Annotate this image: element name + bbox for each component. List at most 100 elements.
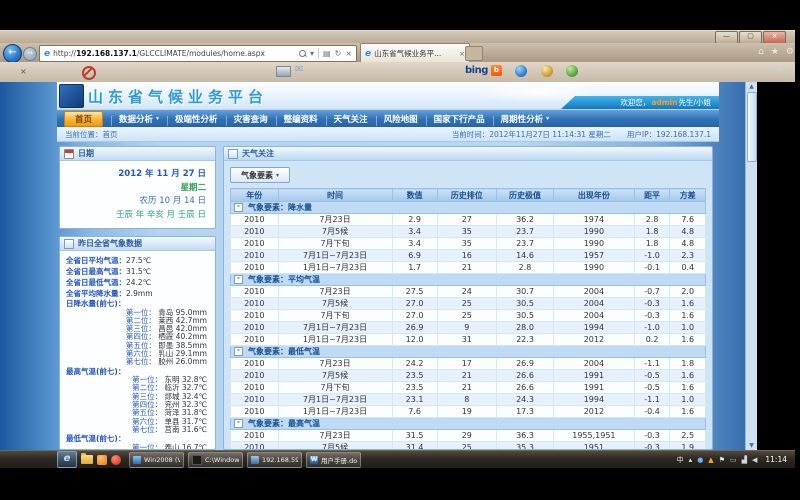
site-logo [59, 84, 84, 108]
table-cell: 21 [437, 370, 496, 382]
nav-item-4[interactable]: 整编资料 [276, 113, 326, 125]
stat-value: 31.5℃ [126, 267, 151, 276]
messenger-icon[interactable] [515, 65, 527, 77]
table-cell: 25 [437, 442, 496, 450]
sidebar: 日期 2012 年 11 月 27 日 星期二 农历 10 月 14 日 壬辰 … [59, 146, 216, 450]
table-cell: 21 [437, 262, 496, 274]
settings-gear-icon[interactable]: ⚙ [786, 47, 794, 57]
nav-item-3[interactable]: 灾害查询 [226, 113, 276, 125]
column-header[interactable]: 距平 [634, 189, 670, 202]
stop-icon[interactable]: × [345, 49, 352, 58]
collapse-icon[interactable]: - [234, 419, 243, 428]
nav-item-6[interactable]: 风险地图 [376, 113, 426, 125]
community-addon-icon[interactable] [566, 65, 578, 77]
page-icon[interactable]: ▤ [323, 49, 331, 58]
autocomplete-dropdown-icon[interactable]: ▾ [310, 49, 314, 58]
table-cell: -0.1 [634, 262, 670, 274]
column-header[interactable]: 数值 [392, 189, 437, 202]
internet-explorer-icon[interactable]: e [57, 451, 77, 468]
commandbar-close-icon[interactable]: × [20, 67, 27, 76]
volume-icon[interactable]: ◀ [752, 456, 757, 464]
stat-value: 27.5℃ [126, 256, 151, 265]
network-icon[interactable]: ▟ [742, 456, 747, 464]
url-text[interactable]: http://192.168.137.1/GLCCLIMATE/modules/… [53, 49, 295, 58]
element-group-row[interactable]: -气象要素：平均气温 [231, 274, 706, 286]
search-icon[interactable] [299, 50, 306, 57]
table-cell: 1991 [554, 370, 635, 382]
taskbar-button-1[interactable]: C:\Windows\s... [188, 452, 243, 468]
browser-tab[interactable]: e 山东省气候业务平... × [360, 43, 470, 63]
element-group-row[interactable]: -气象要素：最低气温 [231, 346, 706, 358]
browser-titlebar[interactable] [0, 30, 795, 44]
app-orange-icon[interactable] [97, 455, 107, 465]
taskbar-clock[interactable]: 11:14 [765, 455, 787, 464]
collapse-icon[interactable]: - [234, 275, 243, 284]
address-bar[interactable]: e http://192.168.137.1/GLCCLIMATE/module… [39, 45, 357, 62]
page-title: 山东省气候业务平台 [88, 86, 268, 107]
table-cell: 1990 [554, 262, 635, 274]
globe-icon[interactable]: ● [697, 456, 703, 464]
table-cell: 2010 [231, 322, 279, 334]
column-header[interactable]: 方差 [670, 189, 706, 202]
home-icon[interactable]: ⌂ [758, 47, 764, 57]
nav-item-5[interactable]: 天气关注 [326, 113, 376, 125]
table-cell: 1957 [554, 250, 635, 262]
element-selector-button[interactable]: 气象要素 ▾ [230, 167, 290, 183]
table-cell: 2010 [231, 286, 279, 298]
table-cell: 7.6 [670, 214, 706, 226]
new-tab-button[interactable] [465, 46, 483, 61]
mail-icon[interactable]: ✉ [295, 64, 303, 75]
taskbar-button-0[interactable]: Win2008 (V52... [129, 452, 184, 468]
table-cell: 27.0 [392, 310, 437, 322]
table-cell: 7月5候 [278, 442, 392, 450]
taskbar-button-2[interactable]: 192.168.59.99... [247, 452, 302, 468]
table-row: 20107月5候31.42535.31951-0.31.9 [231, 442, 706, 450]
folder-icon[interactable] [81, 455, 93, 464]
print-icon[interactable] [276, 66, 291, 77]
back-button[interactable]: ← [3, 44, 22, 63]
flag-icon[interactable]: ⚑ [719, 456, 725, 464]
vertical-scrollbar[interactable]: ▲ ▼ [745, 82, 757, 450]
table-cell: 2012 [554, 334, 635, 346]
sparkle-addon-icon[interactable] [541, 65, 553, 77]
nav-item-1[interactable]: 数据分析▾ [111, 113, 167, 125]
more-options-dots[interactable]: ••• [772, 67, 790, 75]
table-cell: 28.0 [497, 322, 554, 334]
scroll-up-arrow-icon[interactable]: ▲ [746, 83, 757, 90]
table-cell: 2010 [231, 262, 279, 274]
display-icon[interactable]: ▭ [730, 456, 737, 464]
favorites-star-icon[interactable]: ★ [771, 47, 779, 57]
column-header[interactable]: 历史极值 [497, 189, 554, 202]
forward-button[interactable]: → [23, 47, 37, 61]
scroll-down-arrow-icon[interactable]: ▼ [746, 442, 757, 449]
table-row: 20107月1日~7月23日26.9928.01994-1.01.0 [231, 322, 706, 334]
compatibility-view-icon[interactable] [82, 66, 96, 80]
element-group-row[interactable]: -气象要素：最高气温 [231, 418, 706, 430]
ime-icon[interactable]: 中 [677, 455, 684, 465]
refresh-icon[interactable]: ↻ [335, 49, 342, 58]
collapse-icon[interactable]: - [234, 203, 243, 212]
column-header[interactable]: 时间 [278, 189, 392, 202]
table-cell: 2010 [231, 406, 279, 418]
column-header[interactable]: 出现年份 [554, 189, 635, 202]
table-cell: 31 [437, 334, 496, 346]
table-cell: 27.5 [392, 286, 437, 298]
nav-item-0[interactable]: 首页 [64, 111, 103, 127]
column-header[interactable]: 历史排位 [437, 189, 496, 202]
media-player-icon[interactable] [111, 455, 121, 465]
bing-logo[interactable]: bing b [465, 65, 502, 76]
table-cell: -1.0 [634, 250, 670, 262]
nav-item-7[interactable]: 国家下行产品 [426, 113, 493, 125]
table-cell: 1.7 [392, 262, 437, 274]
table-cell: 2004 [554, 298, 635, 310]
nav-item-2[interactable]: 极端性分析 [167, 113, 226, 125]
hidden-icons-arrow[interactable]: ▴ [689, 456, 693, 464]
nav-item-8[interactable]: 周期性分析▾ [493, 113, 558, 125]
scrollbar-thumb[interactable] [747, 92, 757, 162]
security-icon[interactable]: ▲ [708, 456, 713, 464]
table-cell: -1.1 [634, 394, 670, 406]
column-header[interactable]: 年份 [231, 189, 279, 202]
element-group-row[interactable]: -气象要素：降水量 [231, 202, 706, 214]
collapse-icon[interactable]: - [234, 347, 243, 356]
taskbar-button-3[interactable]: W用户手册.docx... [306, 452, 361, 468]
